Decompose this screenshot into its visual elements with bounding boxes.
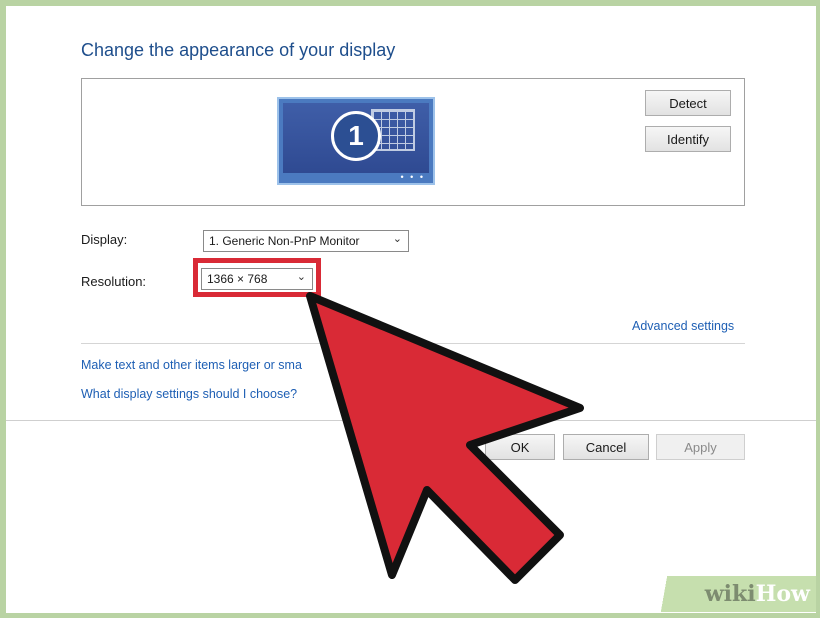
watermark-part2: How bbox=[755, 581, 810, 607]
cursor-arrow-icon bbox=[306, 292, 584, 584]
watermark-part1: wiki bbox=[704, 581, 756, 607]
wikihow-watermark: wiki How bbox=[646, 576, 816, 612]
